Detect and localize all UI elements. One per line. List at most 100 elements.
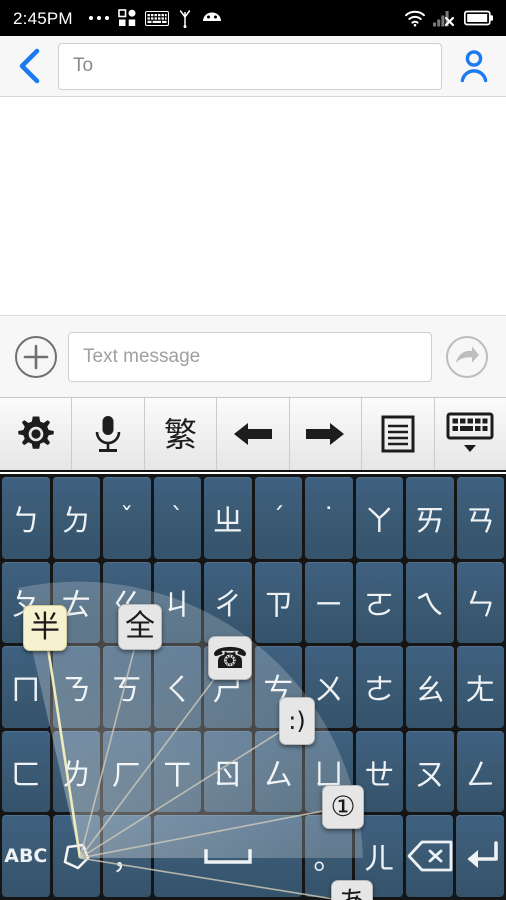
- key-symbol-menu-origin[interactable]: [52, 815, 101, 897]
- key-label: ㄠ: [414, 672, 445, 708]
- space-icon: [203, 849, 252, 864]
- key-ri[interactable]: ㄖ: [204, 730, 252, 813]
- key-label: ㄦ: [363, 842, 394, 878]
- key-he[interactable]: ㄏ: [103, 730, 151, 813]
- key-label: ㄟ: [414, 588, 445, 624]
- key-ei[interactable]: ㄟ: [406, 561, 454, 644]
- key-ne[interactable]: ㄋ: [52, 646, 100, 728]
- ime-cursor-right-button[interactable]: [290, 398, 363, 470]
- keyboard-dropdown-icon: [446, 412, 494, 452]
- telephone-icon: ☎: [211, 640, 249, 675]
- key-enter[interactable]: [456, 815, 505, 897]
- wifi-icon: [404, 10, 426, 27]
- key-label: ㄛ: [364, 588, 395, 624]
- key-zhi[interactable]: ㄓ: [204, 477, 252, 559]
- ime-keyboard-switch-button[interactable]: [435, 398, 506, 470]
- battery-full-icon: [464, 10, 494, 26]
- key-label: ˋ: [170, 502, 184, 533]
- key-label: ㄥ: [465, 757, 496, 793]
- key-label: ˇ: [120, 502, 134, 533]
- traditional-chinese-icon: 繁: [164, 414, 198, 454]
- circled-number-icon: ①: [330, 790, 356, 823]
- gear-icon: [18, 416, 54, 449]
- ime-script-mode-button[interactable]: 繁: [145, 398, 218, 470]
- key-bo[interactable]: ㄅ: [2, 477, 50, 559]
- key-ai[interactable]: ㄞ: [406, 477, 454, 559]
- key-label: ㄑ: [162, 672, 193, 708]
- fullwidth-icon: 全: [125, 609, 155, 644]
- ime-cursor-left-button[interactable]: [217, 398, 290, 470]
- arrow-right-icon: [306, 423, 345, 445]
- back-button[interactable]: [0, 36, 58, 96]
- attach-button[interactable]: [8, 329, 64, 385]
- radial-item-enclosed-number[interactable]: ①: [322, 785, 364, 829]
- key-an[interactable]: ㄢ: [456, 477, 504, 559]
- key-a[interactable]: ㄚ: [355, 477, 403, 559]
- key-fo[interactable]: ㄈ: [2, 730, 50, 813]
- key-i[interactable]: ㄧ: [305, 561, 353, 644]
- ime-candidate-list-button[interactable]: [362, 398, 435, 470]
- radial-item-emoticon[interactable]: :): [279, 697, 315, 745]
- key-label: ㄙ: [263, 757, 294, 793]
- radial-item-telephone[interactable]: ☎: [208, 636, 252, 680]
- keyboard-icon: [144, 10, 169, 26]
- plus-circle-icon: [15, 335, 57, 378]
- arrow-left-icon: [233, 423, 272, 445]
- key-label: ㄔ: [212, 588, 243, 624]
- key-ou[interactable]: ㄡ: [406, 730, 454, 813]
- add-contact-button[interactable]: [442, 36, 506, 96]
- key-label: ㄧ: [313, 588, 344, 624]
- key-label: ㄖ: [212, 757, 243, 793]
- status-clock: 2:45PM: [13, 8, 73, 28]
- compose-bar: Text message: [0, 315, 506, 398]
- key-xi[interactable]: ㄒ: [153, 730, 201, 813]
- conversation-area: [0, 97, 506, 315]
- key-label: ㄋ: [61, 672, 92, 708]
- recipient-input[interactable]: To: [58, 42, 442, 90]
- key-tone3[interactable]: ˇ: [103, 477, 151, 559]
- key-label: ㄇ: [10, 672, 41, 708]
- keyboard-row-2: ㄆㄊㄍㄐㄔㄗㄧㄛㄟㄣ: [2, 561, 504, 644]
- radial-item-fullwidth[interactable]: 全: [118, 604, 162, 650]
- key-tone4[interactable]: ˋ: [153, 477, 201, 559]
- keyboard-row-4: ㄈㄌㄏㄒㄖㄙㄩㄝㄡㄥ: [2, 730, 504, 813]
- key-tone2[interactable]: ˊ: [254, 477, 302, 559]
- key-de[interactable]: ㄉ: [52, 477, 100, 559]
- key-qi[interactable]: ㄑ: [153, 646, 201, 728]
- recipient-bar: To: [0, 36, 506, 97]
- key-comma[interactable]: ，: [103, 815, 151, 897]
- key-label: ABC: [4, 845, 48, 868]
- message-input[interactable]: Text message: [68, 331, 432, 382]
- key-abc-switch[interactable]: ABC: [2, 815, 50, 897]
- microphone-icon: [95, 416, 121, 452]
- key-label: ㄉ: [61, 503, 92, 539]
- radial-item-kana[interactable]: あ: [331, 880, 373, 900]
- ime-voice-button[interactable]: [72, 398, 145, 470]
- key-space[interactable]: [153, 815, 302, 897]
- key-eng[interactable]: ㄥ: [456, 730, 504, 813]
- key-label: ㄜ: [364, 672, 395, 708]
- key-le[interactable]: ㄌ: [52, 730, 100, 813]
- key-backspace[interactable]: [405, 815, 454, 897]
- send-button[interactable]: [436, 329, 498, 385]
- zhuyin-keyboard: ㄅㄉˇ ˋㄓˊ ˙ ㄚㄞㄢ ㄆㄊㄍㄐㄔㄗㄧㄛㄟㄣ ㄇㄋㄎㄑㄕㄘㄨㄜㄠㄤ ㄈㄌㄏㄒㄖㄙㄩ…: [0, 474, 506, 900]
- key-en[interactable]: ㄣ: [456, 561, 504, 644]
- status-bar: 2:45PM: [0, 0, 506, 36]
- ime-settings-button[interactable]: [0, 398, 73, 470]
- key-mo[interactable]: ㄇ: [2, 646, 50, 728]
- enter-icon: [467, 841, 499, 869]
- key-e[interactable]: ㄜ: [355, 646, 403, 728]
- key-tone5[interactable]: ˙: [305, 477, 353, 559]
- key-chi[interactable]: ㄔ: [204, 561, 252, 644]
- key-o[interactable]: ㄛ: [355, 561, 403, 644]
- radial-item-halfwidth[interactable]: 半: [23, 605, 67, 651]
- key-label: 。: [313, 842, 344, 878]
- key-label: ㄢ: [465, 503, 496, 539]
- key-ang[interactable]: ㄤ: [456, 646, 504, 728]
- apps-grid-icon: [117, 9, 136, 27]
- key-label: ㄅ: [10, 503, 41, 539]
- key-ao[interactable]: ㄠ: [406, 646, 454, 728]
- key-zi[interactable]: ㄗ: [254, 561, 302, 644]
- key-label: ㄎ: [111, 672, 142, 708]
- key-ke[interactable]: ㄎ: [103, 646, 151, 728]
